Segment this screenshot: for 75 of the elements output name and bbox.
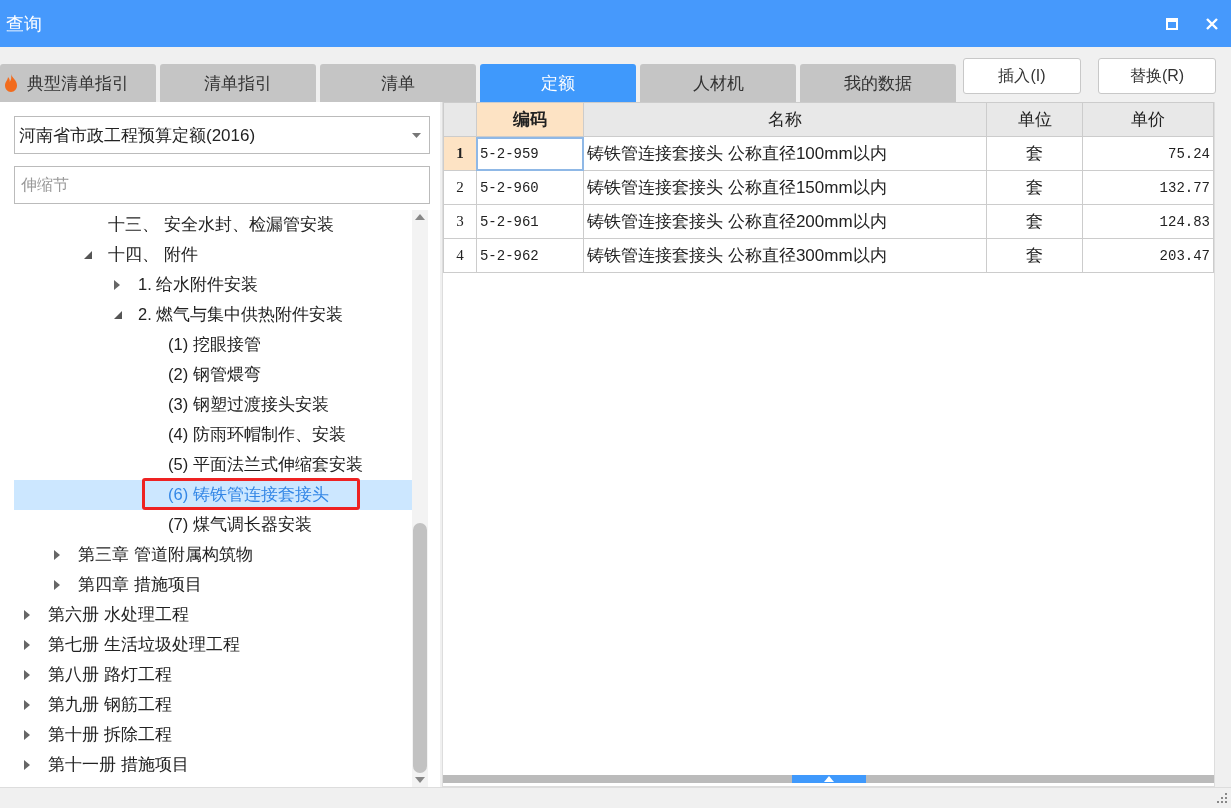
collapsed-icon[interactable] <box>24 760 30 770</box>
tab[interactable]: 清单指引 <box>160 64 316 102</box>
column-header[interactable]: 单价 <box>1082 102 1214 137</box>
table-cell: 75.24 <box>1082 136 1214 171</box>
flame-icon <box>4 74 18 92</box>
resize-grip-icon[interactable] <box>1217 793 1227 803</box>
scroll-down-icon[interactable] <box>415 777 425 783</box>
expanded-icon[interactable] <box>114 311 122 319</box>
collapsed-icon[interactable] <box>24 640 30 650</box>
scroll-thumb[interactable] <box>413 523 427 773</box>
tree-item[interactable]: (7) 煤气调长器安装 <box>168 514 312 536</box>
tree-item[interactable]: 十三、 安全水封、检漏管安装 <box>108 214 334 236</box>
expanded-icon[interactable] <box>84 251 92 259</box>
table-cell: 124.83 <box>1082 204 1214 239</box>
caret-icon <box>412 132 421 138</box>
tab[interactable]: 典型清单指引 <box>0 64 156 102</box>
row-number[interactable]: 1 <box>443 136 477 171</box>
table-cell: 套 <box>986 136 1083 171</box>
table-cell: 203.47 <box>1082 238 1214 273</box>
table-cell: 套 <box>986 204 1083 239</box>
tree-item[interactable]: (2) 钢管煨弯 <box>168 364 261 386</box>
tree-item[interactable]: 1. 给水附件安装 <box>138 274 259 296</box>
window-title: 查询 <box>6 12 42 36</box>
action-button[interactable]: 插入(I) <box>963 58 1081 94</box>
collapsed-icon[interactable] <box>54 580 60 590</box>
tab[interactable]: 我的数据 <box>800 64 956 102</box>
close-icon[interactable] <box>1205 16 1219 31</box>
library-dropdown[interactable]: 河南省市政工程预算定额(2016) <box>14 116 430 154</box>
table-cell: 5-2-962 <box>476 238 584 273</box>
tree-item[interactable]: 2. 燃气与集中供热附件安装 <box>138 304 344 326</box>
tree-item[interactable]: 第六册 水处理工程 <box>48 604 189 626</box>
tree-item[interactable]: 第十册 拆除工程 <box>48 724 172 746</box>
up-arrow-icon <box>823 776 834 782</box>
tree-item[interactable]: (3) 钢塑过渡接头安装 <box>168 394 329 416</box>
tree-item[interactable]: (1) 挖眼接管 <box>168 334 261 356</box>
scroll-up-icon[interactable] <box>415 214 425 220</box>
tree-item[interactable]: 十四、 附件 <box>108 244 198 266</box>
scrollbar[interactable] <box>443 775 1214 783</box>
row-number[interactable]: 3 <box>443 204 477 239</box>
tree-item[interactable]: (5) 平面法兰式伸缩套安装 <box>168 454 363 476</box>
tree-item[interactable]: 第八册 路灯工程 <box>48 664 172 686</box>
maximize-icon[interactable] <box>1165 16 1179 31</box>
column-header[interactable]: 名称 <box>583 102 987 137</box>
table-cell: 铸铁管连接套接头 公称直径200mm以内 <box>583 204 987 239</box>
collapsed-icon[interactable] <box>114 280 120 290</box>
tab[interactable]: 人材机 <box>640 64 796 102</box>
collapsed-icon[interactable] <box>54 550 60 560</box>
table-cell: 5-2-960 <box>476 170 584 205</box>
table-cell: 套 <box>986 170 1083 205</box>
row-number[interactable]: 4 <box>443 238 477 273</box>
column-header[interactable]: 编码 <box>476 102 584 137</box>
table-cell: 铸铁管连接套接头 公称直径150mm以内 <box>583 170 987 205</box>
collapsed-icon[interactable] <box>24 610 30 620</box>
tree-item[interactable]: 第三章 管道附属构筑物 <box>78 544 253 566</box>
tree-item[interactable]: 第七册 生活垃圾处理工程 <box>48 634 240 656</box>
row-number[interactable]: 2 <box>443 170 477 205</box>
table-cell: 5-2-961 <box>476 204 584 239</box>
tree-item[interactable]: 第十一册 措施项目 <box>48 754 189 776</box>
search-field[interactable]: 伸缩节 <box>14 166 430 204</box>
table-cell: 5-2-959 <box>476 136 584 171</box>
tree-item[interactable]: 第九册 钢筋工程 <box>48 694 172 716</box>
collapsed-icon[interactable] <box>24 700 30 710</box>
table-cell: 铸铁管连接套接头 公称直径300mm以内 <box>583 238 987 273</box>
tab[interactable]: 清单 <box>320 64 476 102</box>
tree-item[interactable]: (4) 防雨环帽制作、安装 <box>168 424 346 446</box>
table-cell: 铸铁管连接套接头 公称直径100mm以内 <box>583 136 987 171</box>
collapsed-icon[interactable] <box>24 730 30 740</box>
action-button[interactable]: 替换(R) <box>1098 58 1216 94</box>
scroll-thumb[interactable] <box>791 775 866 783</box>
tree-item[interactable]: 第四章 措施项目 <box>78 574 202 596</box>
table-cell: 132.77 <box>1082 170 1214 205</box>
table-cell: 套 <box>986 238 1083 273</box>
scrollbar[interactable] <box>412 210 428 787</box>
column-header[interactable]: 单位 <box>986 102 1083 137</box>
collapsed-icon[interactable] <box>24 670 30 680</box>
